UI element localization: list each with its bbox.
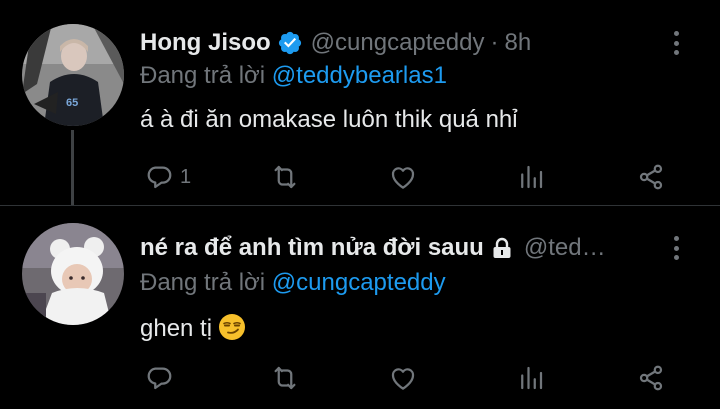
like-button[interactable] (388, 361, 418, 395)
reply-button[interactable]: 1 (144, 160, 191, 194)
stats-icon (521, 366, 543, 390)
display-name[interactable]: Hong Jisoo (140, 29, 271, 57)
reply-icon (147, 166, 172, 189)
avatar-image: 65 (22, 24, 124, 126)
retweet-icon (274, 366, 296, 390)
retweet-icon (274, 165, 296, 189)
avatar[interactable]: 65 (22, 24, 124, 126)
retweet-button[interactable] (270, 160, 300, 194)
avatar-image (22, 223, 124, 325)
like-icon (391, 167, 415, 189)
replying-to-handle[interactable]: @cungcapteddy (272, 269, 446, 296)
tweet-text: ghen tị (140, 313, 246, 343)
like-icon (391, 368, 415, 390)
share-button[interactable] (636, 160, 666, 194)
replying-to-label: Đang trả lời (140, 269, 266, 296)
share-button[interactable] (636, 361, 666, 395)
share-icon (639, 365, 663, 391)
tweet-text-content: ghen tị (140, 315, 213, 342)
handle[interactable]: @cungcapteddy (311, 29, 485, 57)
timestamp[interactable]: 8h (504, 29, 531, 57)
more-icon[interactable] (664, 28, 688, 58)
share-icon (639, 164, 663, 190)
display-name[interactable]: né ra để anh tìm nửa đời sauu (140, 234, 484, 262)
lock-icon (492, 237, 512, 259)
reply-icon (147, 367, 172, 390)
tweet-text: á à đi ăn omakase luôn thik quá nhỉ (140, 106, 518, 133)
svg-text:65: 65 (66, 97, 78, 109)
verified-badge-icon (277, 30, 303, 56)
more-icon[interactable] (664, 233, 688, 263)
reply-count: 1 (180, 165, 192, 188)
smirking-face-icon (218, 313, 246, 341)
reply-button[interactable] (144, 361, 180, 395)
tweet-header: Hong Jisoo @cungcapteddy · 8h (140, 28, 580, 58)
tweet-header: né ra để anh tìm nửa đời sauu @ted… (140, 233, 660, 263)
avatar[interactable] (22, 223, 124, 325)
tweet[interactable]: né ra để anh tìm nửa đời sauu @ted… Đang… (0, 205, 720, 409)
replying-to: Đang trả lời @teddybearlas1 (140, 62, 447, 90)
separator-dot: · (490, 29, 499, 56)
retweet-button[interactable] (270, 361, 300, 395)
replying-to-label: Đang trả lời (140, 62, 266, 89)
stats-button[interactable] (516, 361, 546, 395)
handle[interactable]: @ted… (524, 234, 606, 262)
thread-line (71, 130, 74, 206)
replying-to: Đang trả lời @cungcapteddy (140, 269, 446, 297)
like-button[interactable] (388, 160, 418, 194)
stats-button[interactable] (516, 160, 546, 194)
replying-to-handle[interactable]: @teddybearlas1 (272, 62, 447, 89)
tweet[interactable]: 65 Hong Jisoo @cungcapteddy · 8h Đang tr… (0, 0, 720, 206)
stats-icon (521, 165, 543, 189)
tweet-actions: 1 (140, 160, 680, 194)
tweet-actions (140, 361, 680, 395)
